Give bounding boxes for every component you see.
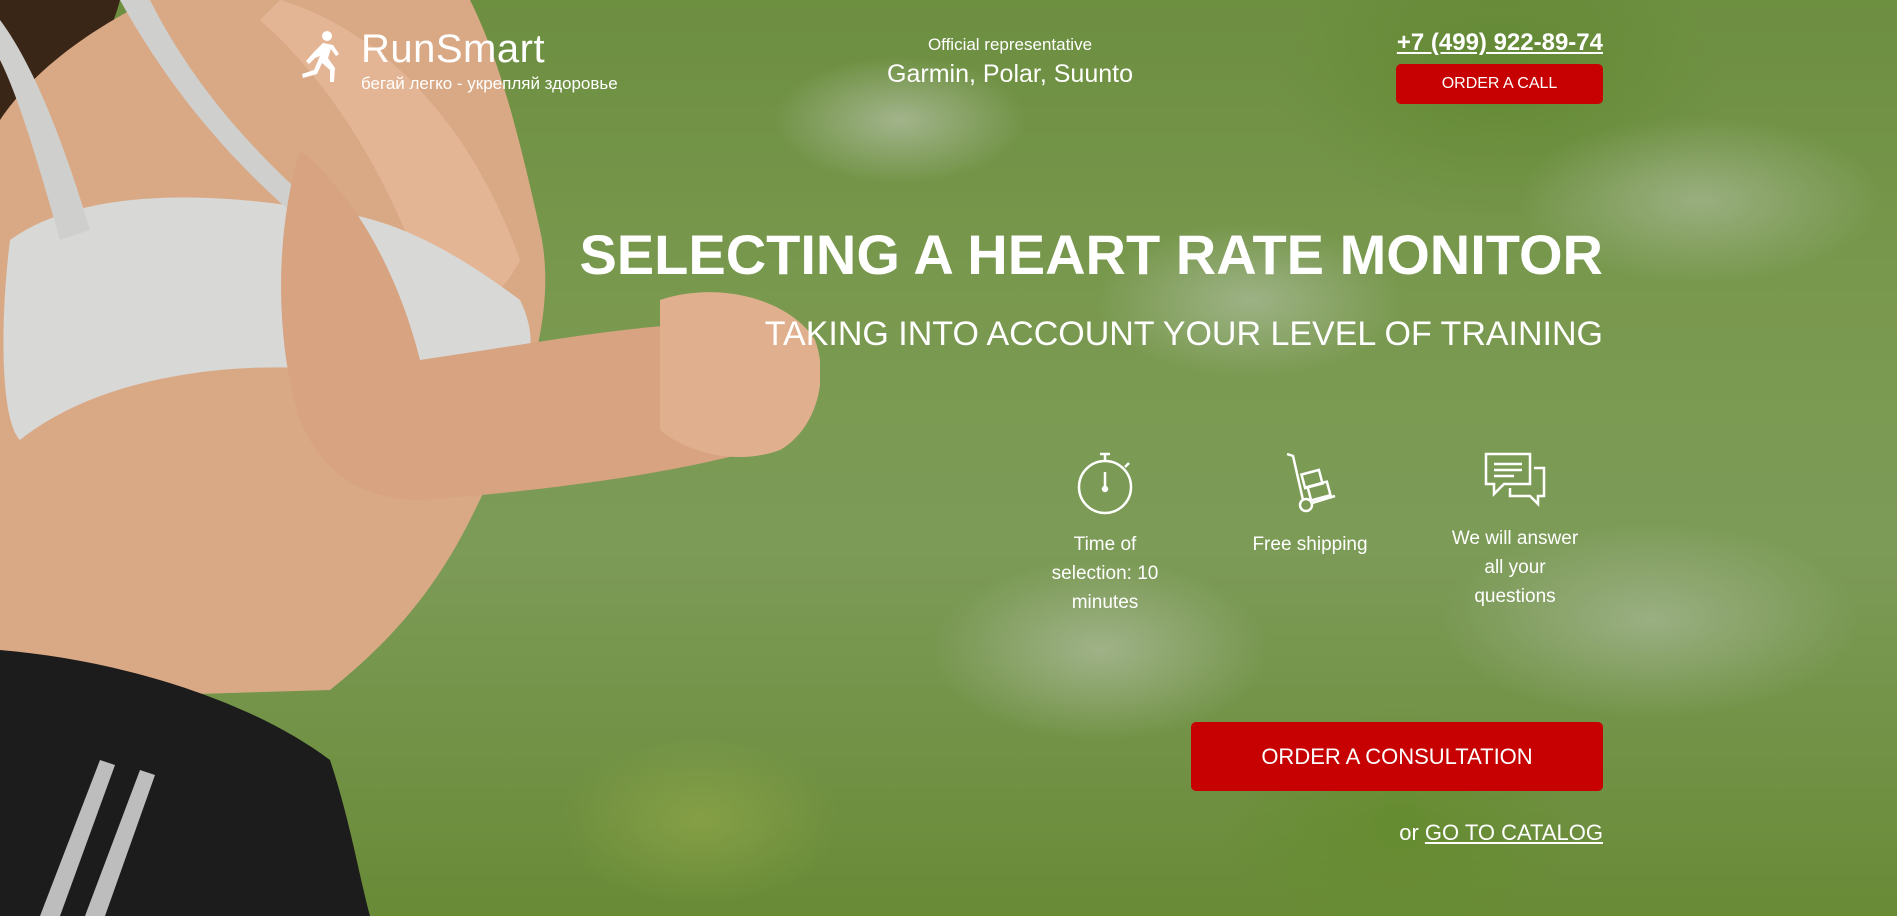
hand-truck-icon bbox=[1286, 452, 1336, 513]
order-consultation-button[interactable]: ORDER A CONSULTATION bbox=[1191, 722, 1603, 791]
feature-text: Free shipping bbox=[1252, 534, 1368, 555]
feature-text: Time of selection: 10 minutes bbox=[1051, 534, 1159, 613]
representative-brands: Garmin, Polar, Suunto bbox=[887, 60, 1133, 88]
header-contacts: +7 (499) 922-89-74 ORDER A CALL bbox=[1363, 28, 1603, 104]
hero-section: RunSmart бегай легко - укрепляй здоровье… bbox=[0, 0, 1897, 916]
or-text: or bbox=[1399, 820, 1419, 845]
page-title: SELECTING A HEART RATE MONITOR bbox=[579, 223, 1603, 286]
runner-icon bbox=[302, 31, 339, 82]
logo-name: RunSmart bbox=[361, 27, 546, 71]
feature-text: We will answer all your questions bbox=[1451, 528, 1579, 607]
phone-link[interactable]: +7 (499) 922-89-74 bbox=[1397, 28, 1603, 58]
logo-tagline: бегай легко - укрепляй здоровье bbox=[361, 74, 618, 93]
feature-item: We will answer all your questions bbox=[1430, 450, 1600, 617]
page-subtitle: TAKING INTO ACCOUNT YOUR LEVEL OF TRAINI… bbox=[764, 315, 1603, 353]
logo[interactable]: RunSmart бегай легко - укрепляй здоровье bbox=[297, 28, 618, 94]
chat-bubbles-icon bbox=[1484, 452, 1546, 508]
feature-item: Time of selection: 10 minutes bbox=[1020, 450, 1190, 617]
features-list: Time of selection: 10 minutes Free shipp… bbox=[1020, 450, 1600, 617]
stopwatch-icon bbox=[1077, 452, 1133, 515]
order-call-button[interactable]: ORDER A CALL bbox=[1396, 64, 1603, 104]
catalog-row: or GO TO CATALOG bbox=[1399, 818, 1603, 848]
catalog-link[interactable]: GO TO CATALOG bbox=[1425, 820, 1603, 845]
official-representative: Official representative Garmin, Polar, S… bbox=[860, 34, 1160, 90]
representative-label: Official representative bbox=[927, 35, 1093, 54]
feature-item: Free shipping bbox=[1225, 450, 1395, 617]
